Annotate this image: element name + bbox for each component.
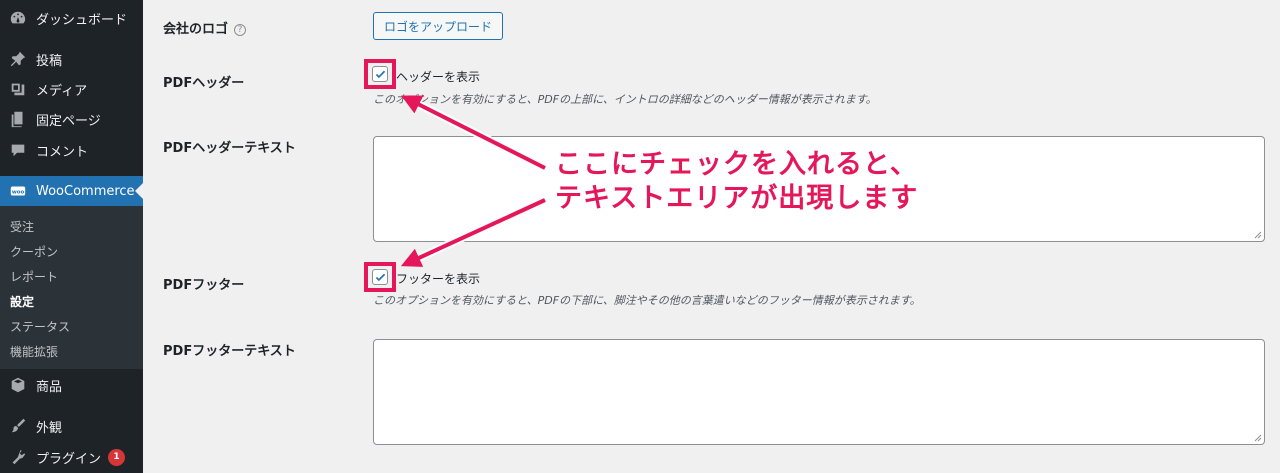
menu-label: ダッシュボード bbox=[36, 12, 128, 28]
brush-icon bbox=[0, 417, 36, 435]
media-icon bbox=[0, 80, 36, 98]
dashboard-icon bbox=[0, 9, 36, 27]
submenu-coupons[interactable]: クーポン bbox=[10, 243, 58, 260]
menu-products[interactable]: 商品 bbox=[0, 370, 143, 400]
menu-label: プラグイン bbox=[36, 451, 102, 467]
callout-line-1: ここにチェックを入れると、 bbox=[555, 149, 918, 180]
menu-media[interactable]: メディア bbox=[0, 74, 143, 104]
menu-posts[interactable]: 投稿 bbox=[0, 44, 143, 74]
header-checkbox-highlight bbox=[364, 59, 396, 89]
menu-label: 商品 bbox=[36, 379, 63, 395]
menu-label: WooCommerce bbox=[36, 183, 135, 199]
menu-label: コメント bbox=[36, 144, 89, 160]
annotation-callout: ここにチェックを入れると、 テキストエリアが出現します bbox=[555, 148, 918, 216]
menu-label: 外観 bbox=[36, 420, 63, 436]
submenu-orders[interactable]: 受注 bbox=[10, 218, 34, 235]
woocommerce-icon: woo bbox=[0, 182, 36, 200]
menu-comments[interactable]: コメント bbox=[0, 135, 143, 165]
pdf-header-text-label: PDFヘッダーテキスト bbox=[163, 141, 296, 156]
box-icon bbox=[0, 376, 36, 394]
menu-pages[interactable]: 固定ページ bbox=[0, 104, 143, 134]
update-count-badge: 1 bbox=[108, 448, 126, 466]
pdf-footer-label: PDFフッター bbox=[163, 278, 245, 293]
submenu-settings[interactable]: 設定 bbox=[10, 293, 34, 310]
menu-dashboard[interactable]: ダッシュボード bbox=[0, 3, 143, 33]
menu-label: 投稿 bbox=[36, 53, 63, 69]
show-header-label: ヘッダーを表示 bbox=[396, 70, 481, 84]
footer-text-textarea[interactable] bbox=[373, 339, 1265, 445]
page-icon bbox=[0, 110, 36, 128]
show-footer-label: フッターを表示 bbox=[396, 272, 481, 286]
footer-description: このオプションを有効にすると、PDFの下部に、脚注やその他の言葉遣いなどのフッタ… bbox=[373, 294, 921, 307]
header-description: このオプションを有効にすると、PDFの上部に、イントロの詳細などのヘッダー情報が… bbox=[373, 93, 877, 106]
resize-handle-icon[interactable] bbox=[1254, 231, 1262, 239]
company-logo-label: 会社のロゴ? bbox=[163, 18, 247, 37]
menu-label: 固定ページ bbox=[36, 113, 101, 129]
submenu-extensions[interactable]: 機能拡張 bbox=[10, 343, 58, 360]
menu-label: メディア bbox=[36, 83, 88, 99]
resize-handle-icon[interactable] bbox=[1254, 434, 1262, 442]
callout-line-2: テキストエリアが出現します bbox=[555, 183, 919, 214]
comment-icon bbox=[0, 141, 36, 159]
active-menu-arrow bbox=[135, 183, 143, 199]
submenu-reports[interactable]: レポート bbox=[10, 268, 58, 285]
pin-icon bbox=[0, 50, 36, 68]
help-icon[interactable]: ? bbox=[234, 24, 247, 36]
pdf-header-label: PDFヘッダー bbox=[163, 76, 245, 91]
menu-woocommerce[interactable]: woo WooCommerce bbox=[0, 176, 143, 206]
svg-text:woo: woo bbox=[12, 189, 25, 195]
submenu-status[interactable]: ステータス bbox=[10, 318, 70, 335]
footer-checkbox-highlight bbox=[364, 262, 396, 292]
woocommerce-submenu: 受注 クーポン レポート 設定 ステータス 機能拡張 bbox=[0, 206, 143, 369]
plugin-icon bbox=[0, 448, 36, 466]
upload-logo-button[interactable]: ロゴをアップロード bbox=[373, 12, 504, 40]
pdf-footer-text-label: PDFフッターテキスト bbox=[163, 344, 296, 359]
menu-plugins[interactable]: プラグイン 1 bbox=[0, 442, 143, 472]
menu-appearance[interactable]: 外観 bbox=[0, 411, 143, 441]
admin-sidebar: ダッシュボード 投稿 メディア 固定ページ コメント woo WooCommer… bbox=[0, 0, 143, 473]
